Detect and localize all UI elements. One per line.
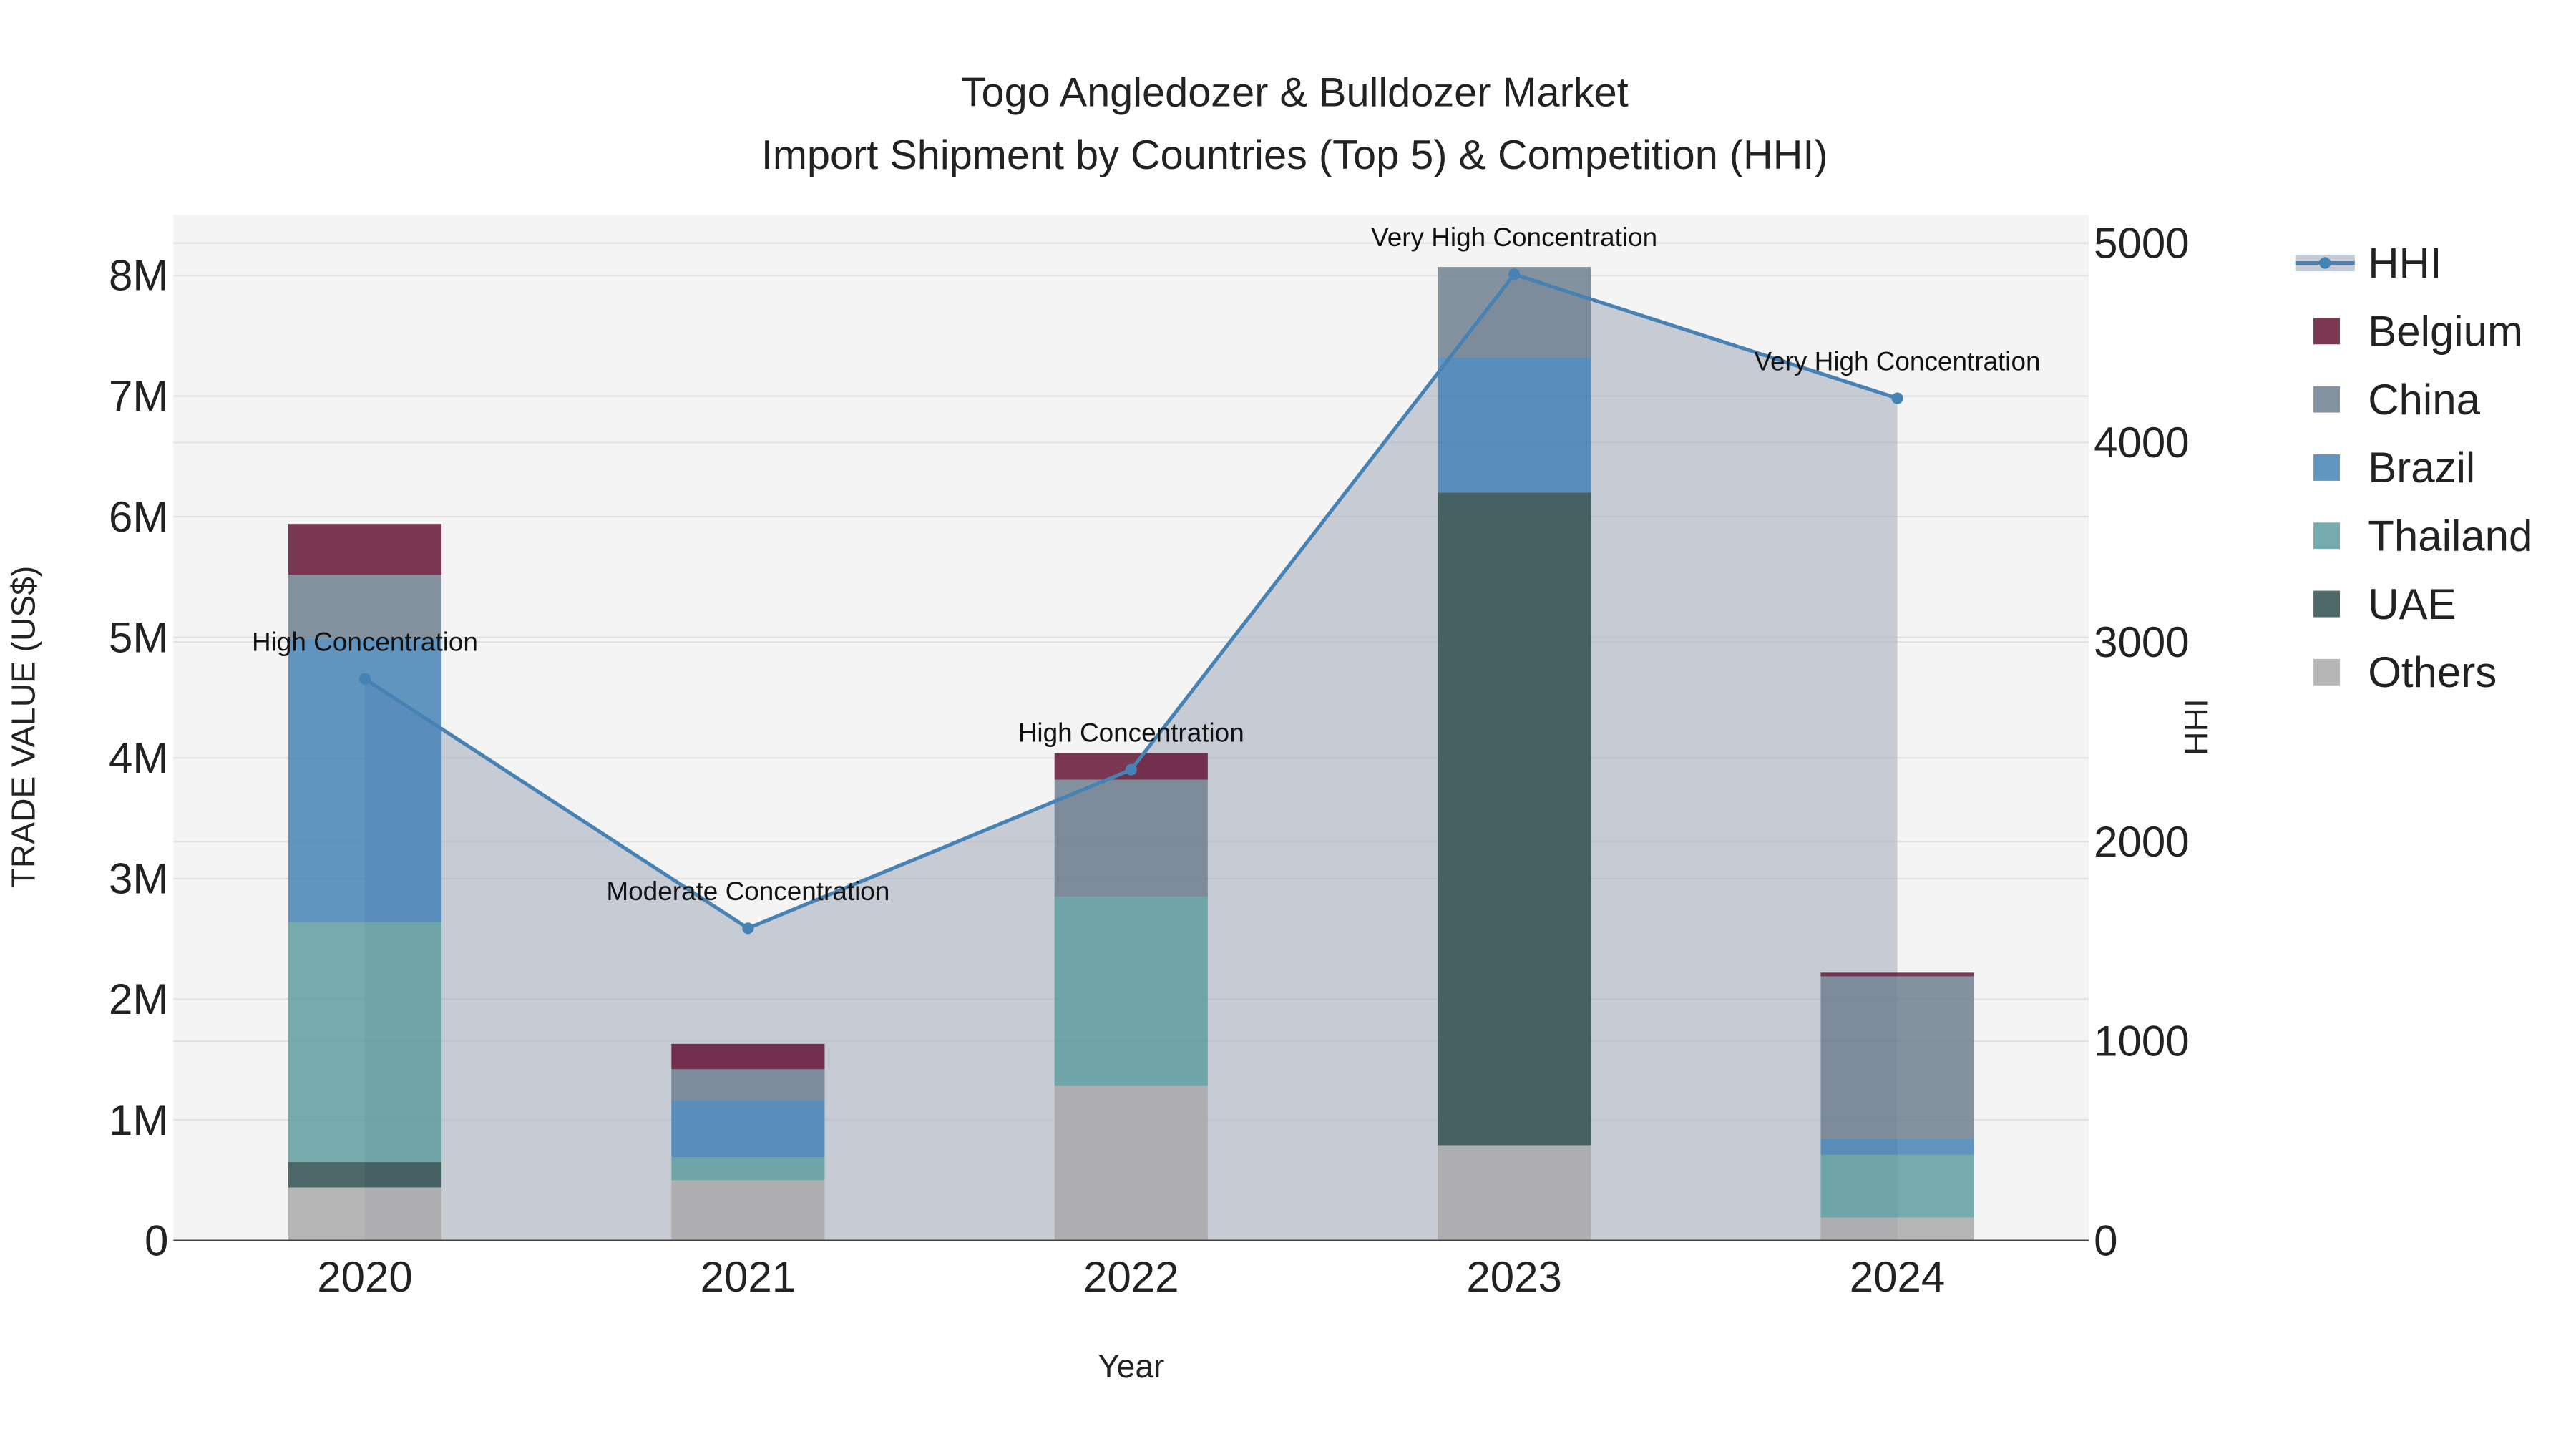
legend-label: UAE	[2368, 580, 2456, 628]
hhi-annotation: Moderate Concentration	[606, 877, 889, 906]
bar-uae	[288, 1162, 442, 1188]
legend-swatch-uae	[2313, 590, 2340, 618]
legend-swatch-others	[2313, 658, 2340, 686]
y-tick-label: 8M	[109, 252, 168, 300]
bar-others	[1820, 1217, 1974, 1241]
bar-brazil	[1438, 357, 1591, 493]
hhi-point	[1125, 763, 1137, 776]
y-tick-label: 7M	[109, 372, 168, 420]
legend-swatch-belgium	[2313, 318, 2340, 345]
bar-brazil	[671, 1101, 825, 1158]
legend-label: Others	[2368, 648, 2497, 696]
hhi-annotation: Very High Concentration	[1371, 223, 1657, 252]
legend-label: China	[2368, 376, 2480, 424]
x-tick-label: 2021	[701, 1253, 796, 1301]
y-axis-ticks: 0 1M 2M 3M 4M 5M 6M 7M 8M	[109, 252, 168, 1265]
legend-swatch-brazil	[2313, 454, 2340, 481]
x-tick-label: 2023	[1466, 1253, 1561, 1301]
y-tick-label: 5M	[109, 613, 168, 661]
legend-swatch-thailand	[2313, 522, 2340, 550]
bar-china	[1054, 779, 1208, 897]
bar-china	[671, 1069, 825, 1101]
hhi-point	[742, 922, 754, 935]
y2-tick-label: 5000	[2094, 219, 2189, 267]
bar-others	[671, 1180, 825, 1241]
hhi-annotation: Very High Concentration	[1755, 346, 2041, 376]
bar-brazil	[1820, 1139, 1974, 1155]
legend-swatch-china	[2313, 386, 2340, 413]
y2-axis-label: HHI	[2177, 698, 2215, 755]
legend-swatch-hhi-marker	[2319, 257, 2331, 269]
bar-belgium	[288, 524, 442, 575]
bar-others	[288, 1187, 442, 1241]
y-tick-label: 4M	[109, 734, 168, 782]
y-tick-label: 6M	[109, 493, 168, 541]
legend: HHI Belgium China Brazil Thailand UAE Others	[2295, 239, 2532, 696]
bar-thailand	[1054, 897, 1208, 1086]
legend-label: Brazil	[2368, 444, 2475, 492]
legend-label: HHI	[2368, 239, 2441, 287]
y2-axis-ticks: 0 1000 2000 3000 4000 5000	[2094, 219, 2189, 1264]
hhi-annotation: High Concentration	[252, 628, 478, 657]
x-tick-label: 2024	[1850, 1253, 1945, 1301]
bar-belgium	[671, 1043, 825, 1070]
y2-tick-label: 3000	[2094, 618, 2189, 666]
legend-label: Thailand	[2368, 512, 2532, 560]
bar-others	[1438, 1145, 1591, 1241]
bar-thailand	[288, 922, 442, 1163]
y2-tick-label: 0	[2094, 1216, 2117, 1264]
hhi-point	[358, 673, 371, 685]
bar-thailand	[1820, 1154, 1974, 1218]
y-tick-label: 2M	[109, 975, 168, 1023]
bar-uae	[1438, 492, 1591, 1146]
hhi-point	[1891, 392, 1903, 404]
x-tick-label: 2022	[1083, 1253, 1179, 1301]
y-tick-label: 1M	[109, 1096, 168, 1144]
hhi-annotation: High Concentration	[1018, 718, 1244, 747]
chart: 01M2M3M4M5M6M7M8M 010002000300040005000 …	[4, 69, 2532, 1385]
bar-belgium	[1820, 972, 1974, 977]
chart-title-line1: Togo Angledozer & Bulldozer Market	[961, 69, 1629, 115]
y-tick-label: 0	[145, 1216, 168, 1264]
y2-tick-label: 4000	[2094, 419, 2189, 467]
chart-title-line2: Import Shipment by Countries (Top 5) & C…	[761, 132, 1828, 178]
y2-tick-label: 2000	[2094, 818, 2189, 866]
y-tick-label: 3M	[109, 855, 168, 903]
hhi-point	[1508, 268, 1521, 280]
y2-tick-label: 1000	[2094, 1018, 2189, 1065]
bar-china	[1820, 976, 1974, 1140]
x-axis-label: Year	[1098, 1347, 1164, 1385]
bar-others	[1054, 1085, 1208, 1241]
bar-thailand	[671, 1157, 825, 1181]
x-axis-ticks: 2020 2021 2022 2023 2024	[317, 1253, 1945, 1301]
x-tick-label: 2020	[317, 1253, 412, 1301]
legend-label: Belgium	[2368, 308, 2523, 356]
y-axis-label: TRADE VALUE (US$)	[4, 566, 42, 888]
